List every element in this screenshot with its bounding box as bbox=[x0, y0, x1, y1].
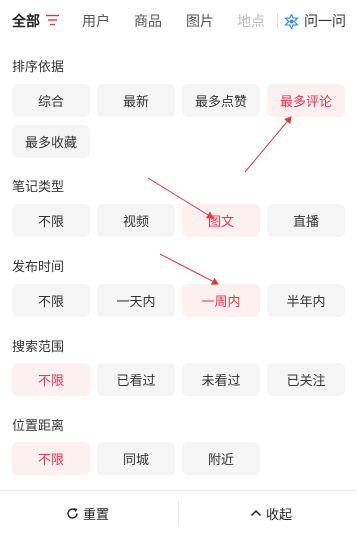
filter-lines-icon[interactable] bbox=[46, 14, 59, 26]
tab-users[interactable]: 用户 bbox=[82, 11, 110, 31]
chip-scope-followed[interactable]: 已关注 bbox=[267, 363, 345, 396]
chip-type-video[interactable]: 视频 bbox=[97, 204, 175, 237]
chip-time-one-week[interactable]: 一周内 bbox=[182, 284, 260, 317]
ask-label: 问一问 bbox=[304, 14, 346, 30]
chip-type-image-text[interactable]: 图文 bbox=[182, 204, 260, 237]
chip-sort-newest[interactable]: 最新 bbox=[97, 84, 175, 117]
tab-divider bbox=[277, 13, 278, 29]
section-title-note-type: 笔记类型 bbox=[12, 180, 65, 195]
chip-scope-viewed[interactable]: 已看过 bbox=[97, 363, 175, 396]
category-tab-bar: 全部 用户 商品 图片 地点 问一问 bbox=[0, 0, 357, 42]
reset-label: 重置 bbox=[83, 507, 110, 523]
section-title-publish-time: 发布时间 bbox=[12, 260, 65, 275]
tab-products[interactable]: 商品 bbox=[134, 11, 162, 31]
reset-button[interactable]: 重置 bbox=[66, 491, 109, 534]
collapse-button[interactable]: 收起 bbox=[250, 491, 292, 534]
chip-scope-not-viewed[interactable]: 未看过 bbox=[182, 363, 260, 396]
tab-images[interactable]: 图片 bbox=[186, 11, 214, 31]
chevron-up-icon bbox=[250, 509, 262, 517]
chip-time-any[interactable]: 不限 bbox=[12, 284, 90, 317]
chip-sort-most-likes[interactable]: 最多点赞 bbox=[182, 84, 260, 117]
arrow-to-one-week bbox=[159, 253, 219, 285]
collapse-label: 收起 bbox=[266, 507, 293, 523]
chip-time-half-year[interactable]: 半年内 bbox=[267, 284, 345, 317]
section-title-sort: 排序依据 bbox=[12, 60, 65, 75]
chip-time-one-day[interactable]: 一天内 bbox=[97, 284, 175, 317]
section-title-search-scope: 搜索范围 bbox=[12, 340, 65, 355]
chip-sort-most-comments[interactable]: 最多评论 bbox=[267, 84, 345, 117]
arrow-to-most-comments bbox=[244, 116, 292, 173]
chip-distance-any[interactable]: 不限 bbox=[12, 442, 90, 475]
bottom-action-bar: 重置 收起 bbox=[0, 490, 357, 534]
chip-type-any[interactable]: 不限 bbox=[12, 204, 90, 237]
reset-refresh-icon bbox=[67, 507, 78, 519]
bottom-divider bbox=[178, 501, 179, 525]
tab-places[interactable]: 地点 bbox=[237, 11, 265, 31]
ask-button[interactable]: 问一问 bbox=[284, 11, 346, 31]
chip-type-live[interactable]: 直播 bbox=[267, 204, 345, 237]
chip-distance-same-city[interactable]: 同城 bbox=[97, 442, 175, 475]
section-title-distance: 位置距离 bbox=[12, 419, 65, 434]
tab-all[interactable]: 全部 bbox=[12, 11, 40, 31]
chip-distance-nearby[interactable]: 附近 bbox=[182, 442, 260, 475]
chip-sort-most-favorites[interactable]: 最多收藏 bbox=[12, 125, 90, 158]
chip-scope-any[interactable]: 不限 bbox=[12, 363, 90, 396]
chip-sort-comprehensive[interactable]: 综合 bbox=[12, 84, 90, 117]
ask-sparkle-icon bbox=[284, 13, 299, 29]
